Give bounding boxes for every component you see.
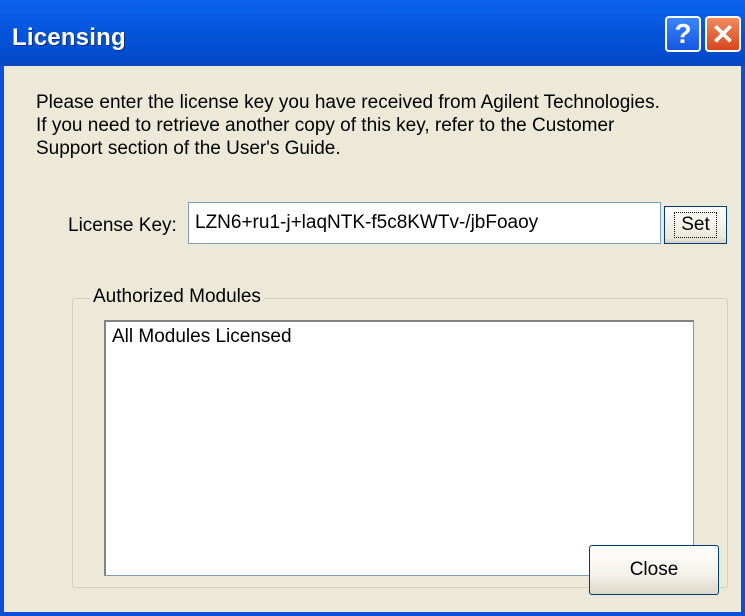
close-button-label: Close <box>629 559 679 580</box>
authorized-modules-label: Authorized Modules <box>90 286 264 308</box>
list-item[interactable]: All Modules Licensed <box>112 326 292 348</box>
close-window-button[interactable]: ✕ <box>705 16 741 52</box>
instructions-line: Support section of the User's Guide. <box>36 138 341 159</box>
help-button[interactable]: ? <box>665 16 701 52</box>
instructions-line: Please enter the license key you have re… <box>36 92 660 113</box>
license-key-input[interactable]: LZN6+ru1-j+laqNTK-f5c8KWTv-/jbFoaoy <box>188 202 661 244</box>
dialog-title: Licensing <box>12 24 126 51</box>
licensing-dialog: Licensing ? ✕ Please enter the license k… <box>0 0 745 616</box>
help-icon: ? <box>674 18 692 49</box>
dialog-body: Please enter the license key you have re… <box>4 66 741 612</box>
instructions-line: If you need to retrieve another copy of … <box>36 115 615 136</box>
close-icon: ✕ <box>711 18 735 50</box>
authorized-modules-list[interactable]: All Modules Licensed <box>104 320 694 576</box>
set-button-label: Set <box>674 212 717 238</box>
license-key-label: License Key: <box>68 215 177 236</box>
instructions-text: Please enter the license key you have re… <box>36 91 741 160</box>
close-button[interactable]: Close <box>589 545 719 595</box>
set-button[interactable]: Set <box>664 206 727 244</box>
title-bar[interactable]: Licensing ? ✕ <box>0 0 745 66</box>
